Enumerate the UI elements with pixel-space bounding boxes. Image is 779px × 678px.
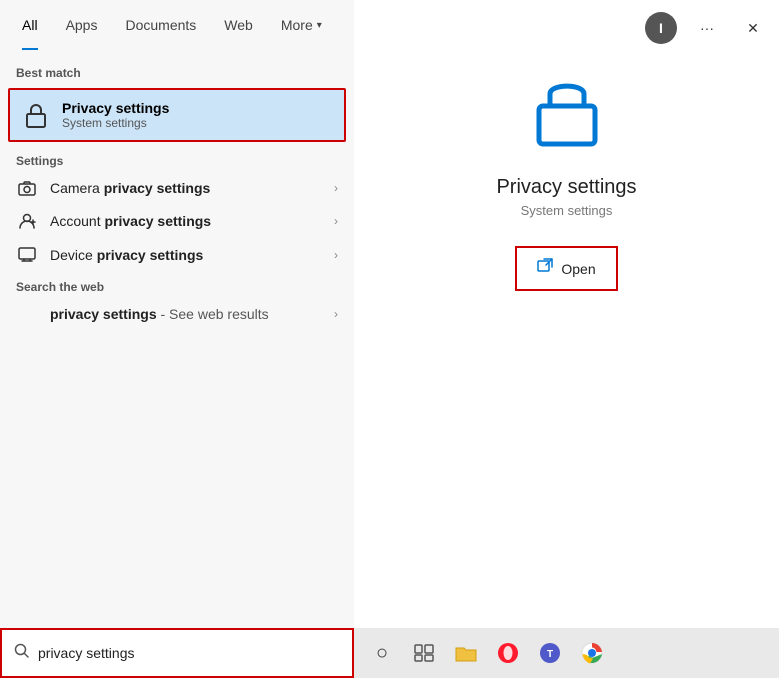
app-detail-subtitle: System settings <box>521 203 613 218</box>
tabs-bar: All Apps Documents Web More ▾ <box>0 0 354 50</box>
tab-web[interactable]: Web <box>210 0 267 50</box>
lock-icon <box>22 102 50 128</box>
best-match-label: Best match <box>0 58 354 84</box>
open-label: Open <box>561 261 595 277</box>
camera-privacy-item[interactable]: Camera privacy settings › <box>0 172 354 204</box>
open-icon <box>537 258 553 279</box>
close-button[interactable]: ✕ <box>737 12 769 44</box>
account-privacy-text: Account privacy settings <box>50 213 322 229</box>
right-panel: I ··· ✕ Privacy settings System settings <box>354 0 779 628</box>
best-match-text: Privacy settings System settings <box>62 100 169 130</box>
results-area: Best match Privacy settings System setti… <box>0 50 354 628</box>
device-chevron-icon: › <box>334 248 338 262</box>
best-match-item[interactable]: Privacy settings System settings <box>8 88 346 142</box>
tab-apps[interactable]: Apps <box>52 0 112 50</box>
best-match-subtitle: System settings <box>62 116 169 130</box>
settings-section-label: Settings <box>0 146 354 172</box>
open-button[interactable]: Open <box>519 250 613 287</box>
best-match-title: Privacy settings <box>62 100 169 116</box>
search-icon <box>14 643 30 664</box>
tab-more[interactable]: More ▾ <box>267 0 336 50</box>
search-bar <box>0 628 354 678</box>
open-button-wrapper: Open <box>515 246 617 291</box>
search-input[interactable] <box>38 645 340 661</box>
taskbar-chrome-icon[interactable] <box>574 635 610 671</box>
tab-all[interactable]: All <box>8 0 52 50</box>
tab-documents[interactable]: Documents <box>111 0 210 50</box>
taskbar-taskview-icon[interactable] <box>406 635 442 671</box>
taskbar: ○ T <box>354 628 779 678</box>
web-section-label: Search the web <box>0 272 354 298</box>
camera-icon <box>16 180 38 196</box>
taskbar-explorer-icon[interactable] <box>448 635 484 671</box>
svg-text:T: T <box>547 649 553 660</box>
account-privacy-item[interactable]: Account privacy settings › <box>0 204 354 238</box>
left-panel: All Apps Documents Web More ▾ Best match… <box>0 0 354 628</box>
taskbar-search-icon[interactable]: ○ <box>364 635 400 671</box>
app-detail-title: Privacy settings <box>496 176 636 199</box>
web-search-item[interactable]: privacy settings - See web results › <box>0 298 354 330</box>
device-privacy-text: Device privacy settings <box>50 247 322 263</box>
web-search-text: privacy settings - See web results <box>50 306 322 322</box>
privacy-settings-icon <box>532 70 602 160</box>
app-detail: Privacy settings System settings Open <box>384 40 749 291</box>
account-chevron-icon: › <box>334 214 338 228</box>
camera-privacy-text: Camera privacy settings <box>50 180 322 196</box>
top-icons: I ··· ✕ <box>645 12 769 44</box>
web-chevron-icon: › <box>334 307 338 321</box>
camera-chevron-icon: › <box>334 181 338 195</box>
user-avatar[interactable]: I <box>645 12 677 44</box>
device-icon <box>16 246 38 264</box>
chevron-down-icon: ▾ <box>317 20 322 31</box>
more-options-button[interactable]: ··· <box>691 12 723 44</box>
taskbar-opera-icon[interactable] <box>490 635 526 671</box>
device-privacy-item[interactable]: Device privacy settings › <box>0 238 354 272</box>
taskbar-teams-icon[interactable]: T <box>532 635 568 671</box>
account-icon <box>16 212 38 230</box>
